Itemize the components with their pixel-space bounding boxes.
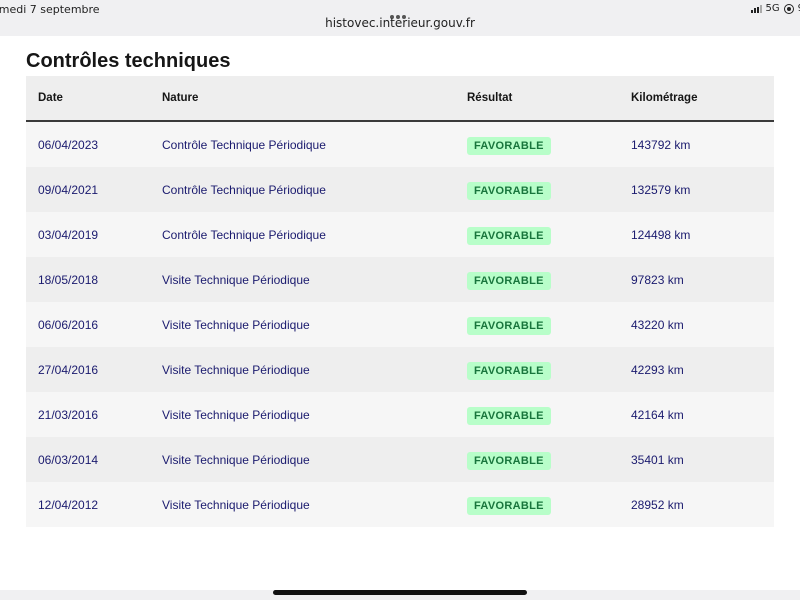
result-badge: FAVORABLE <box>467 452 551 470</box>
result-badge: FAVORABLE <box>467 137 551 155</box>
row-date: 12/04/2012 <box>38 497 99 512</box>
signal-icon <box>750 4 762 13</box>
result-badge: FAVORABLE <box>467 227 551 245</box>
row-nature: Visite Technique Périodique <box>162 317 310 332</box>
result-badge: FAVORABLE <box>467 317 551 335</box>
row-mileage: 42293 km <box>631 362 684 377</box>
result-badge: FAVORABLE <box>467 497 551 515</box>
result-badge: FAVORABLE <box>467 362 551 380</box>
row-date: 27/04/2016 <box>38 362 99 377</box>
row-nature: Contrôle Technique Périodique <box>162 227 326 242</box>
status-indicators: 5G 9 <box>750 3 800 14</box>
row-mileage: 43220 km <box>631 317 684 332</box>
row-mileage: 42164 km <box>631 407 684 422</box>
page-content: Contrôles techniques Date Nature Résulta… <box>0 36 800 590</box>
header-result: Résultat <box>467 92 513 104</box>
row-nature: Visite Technique Périodique <box>162 407 310 422</box>
home-indicator[interactable] <box>273 590 527 595</box>
network-label: 5G <box>765 3 780 14</box>
row-nature: Visite Technique Périodique <box>162 452 310 467</box>
table-row: 06/04/2023 Contrôle Technique Périodique… <box>26 122 774 167</box>
result-badge: FAVORABLE <box>467 272 551 290</box>
row-date: 03/04/2019 <box>38 227 99 242</box>
browser-status-bar: amedi 7 septembre histovec.interieur.gou… <box>0 0 800 36</box>
row-mileage: 132579 km <box>631 182 691 197</box>
location-icon <box>783 3 794 14</box>
status-time: amedi 7 septembre <box>0 3 100 16</box>
table-row: 03/04/2019 Contrôle Technique Périodique… <box>26 212 774 257</box>
page-title: Contrôles techniques <box>26 50 231 72</box>
row-mileage: 143792 km <box>631 137 691 152</box>
table-row: 06/06/2016 Visite Technique Périodique F… <box>26 302 774 347</box>
result-badge: FAVORABLE <box>467 407 551 425</box>
row-mileage: 28952 km <box>631 497 684 512</box>
row-date: 06/04/2023 <box>38 137 99 152</box>
row-date: 09/04/2021 <box>38 182 99 197</box>
row-date: 06/06/2016 <box>38 317 99 332</box>
row-date: 18/05/2018 <box>38 272 99 287</box>
address-bar[interactable]: histovec.interieur.gouv.fr <box>300 16 500 30</box>
row-nature: Contrôle Technique Périodique <box>162 182 326 197</box>
row-nature: Visite Technique Périodique <box>162 272 310 287</box>
row-nature: Visite Technique Périodique <box>162 497 310 512</box>
table-row: 06/03/2014 Visite Technique Périodique F… <box>26 437 774 482</box>
table-row: 21/03/2016 Visite Technique Périodique F… <box>26 392 774 437</box>
row-mileage: 97823 km <box>631 272 684 287</box>
row-nature: Visite Technique Périodique <box>162 362 310 377</box>
more-options-icon[interactable] <box>390 4 410 19</box>
row-mileage: 35401 km <box>631 452 684 467</box>
header-mileage: Kilométrage <box>631 92 698 104</box>
result-badge: FAVORABLE <box>467 182 551 200</box>
table-row: 12/04/2012 Visite Technique Périodique F… <box>26 482 774 527</box>
table-row: 18/05/2018 Visite Technique Périodique F… <box>26 257 774 302</box>
table-row: 09/04/2021 Contrôle Technique Périodique… <box>26 167 774 212</box>
table-row: 27/04/2016 Visite Technique Périodique F… <box>26 347 774 392</box>
row-date: 06/03/2014 <box>38 452 99 467</box>
inspections-table: Date Nature Résultat Kilométrage 06/04/2… <box>26 76 774 527</box>
row-mileage: 124498 km <box>631 227 691 242</box>
header-nature: Nature <box>162 92 199 104</box>
table-header: Date Nature Résultat Kilométrage <box>26 76 774 122</box>
row-nature: Contrôle Technique Périodique <box>162 137 326 152</box>
header-date: Date <box>38 92 63 104</box>
row-date: 21/03/2016 <box>38 407 99 422</box>
